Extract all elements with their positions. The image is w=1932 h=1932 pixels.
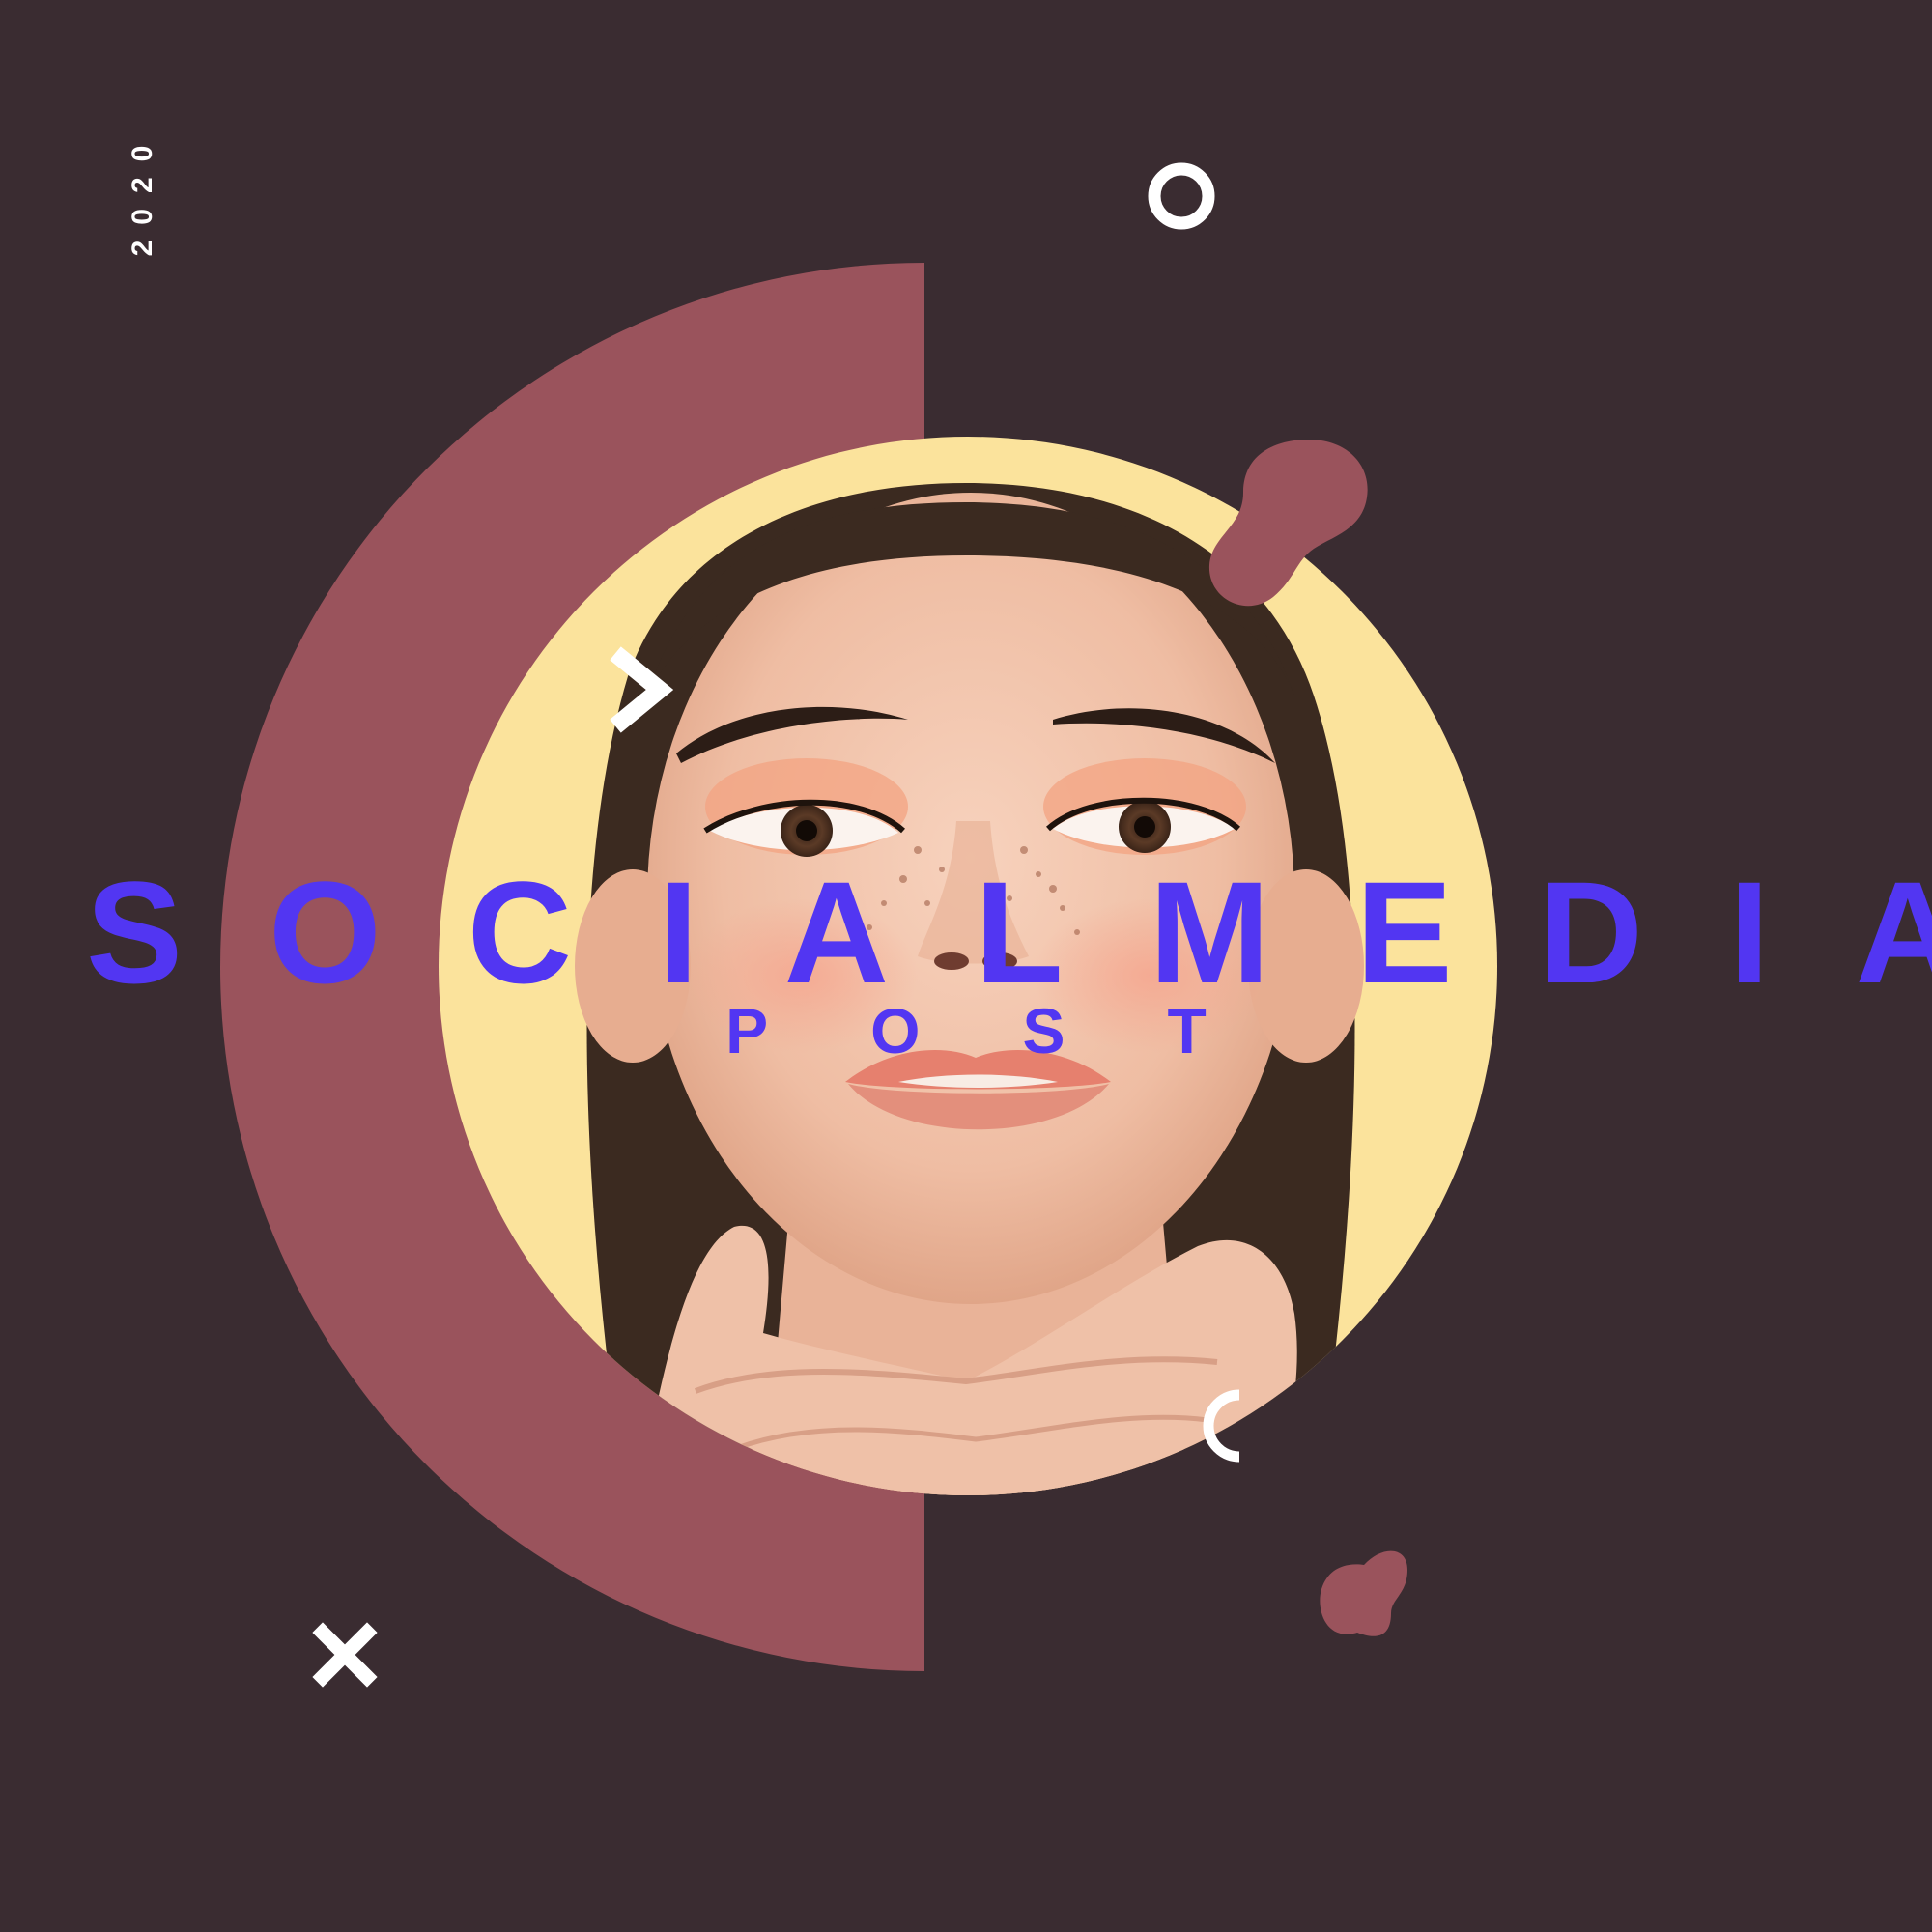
headline-title: SOCIALMEDIA — [86, 851, 1932, 1013]
social-media-post-canvas: 2020 SOCIALMEDIA POST — [0, 0, 1932, 1932]
year-label: 2020 — [127, 129, 158, 257]
chevron-right-icon — [610, 646, 674, 733]
x-cross-icon — [312, 1622, 378, 1688]
headline-subtitle: POST — [725, 995, 1309, 1066]
open-ring-icon — [1203, 1389, 1240, 1463]
ring-icon — [1148, 162, 1215, 230]
